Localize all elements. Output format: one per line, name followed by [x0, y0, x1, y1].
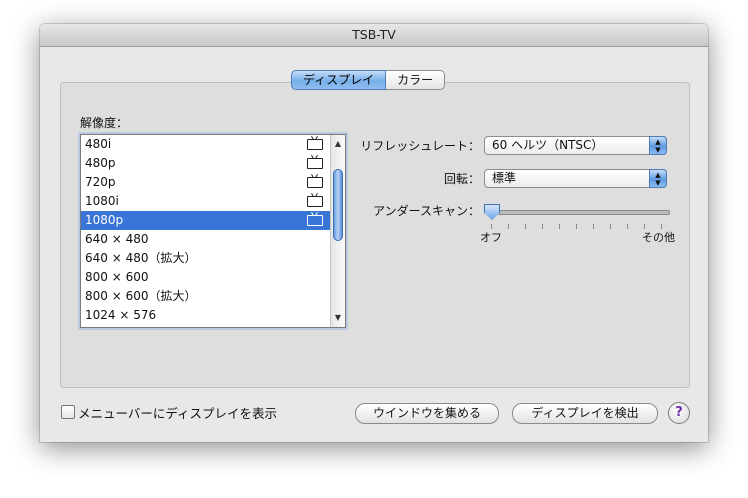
rotation-value: 標準: [492, 171, 517, 185]
gather-windows-button[interactable]: ウインドウを集める: [355, 403, 499, 424]
list-item-label: 1080i: [85, 194, 119, 208]
tv-icon: [307, 158, 323, 169]
underscan-min-label: オフ: [480, 231, 502, 244]
slider-tick: [542, 224, 543, 229]
refresh-rate-value: 60 ヘルツ（NTSC）: [492, 138, 604, 152]
detect-displays-button[interactable]: ディスプレイを検出: [512, 403, 658, 424]
refresh-rate-popup[interactable]: 60 ヘルツ（NTSC） ▲ ▼: [484, 136, 667, 155]
help-icon[interactable]: ?: [668, 402, 690, 424]
list-item-label: 640 × 480（拡大）: [85, 251, 197, 265]
list-item-label: 800 × 600（拡大）: [85, 289, 197, 303]
slider-tick: [576, 224, 577, 229]
list-item[interactable]: 1080i: [81, 192, 331, 211]
slider-tick: [593, 224, 594, 229]
underscan-slider-track[interactable]: [488, 210, 670, 215]
list-item[interactable]: 480i: [81, 135, 331, 154]
list-item[interactable]: 1024 × 576: [81, 306, 331, 325]
list-item-label: 800 × 600: [85, 270, 149, 284]
list-item[interactable]: 480p: [81, 154, 331, 173]
tv-icon: [307, 196, 323, 207]
list-scrollbar[interactable]: ▲ ▼: [330, 135, 345, 327]
list-item[interactable]: 640 × 480: [81, 230, 331, 249]
refresh-rate-label: リフレッシュレート：: [360, 139, 480, 153]
preferences-window: TSB-TV ディスプレイ カラー 解像度： 480i 480p 720p 10…: [40, 24, 708, 442]
rotation-popup[interactable]: 標準 ▲ ▼: [484, 169, 667, 188]
list-item-label: 1080p: [85, 213, 124, 227]
slider-tick: [627, 224, 628, 229]
underscan-max-label: その他: [642, 231, 675, 244]
list-item-label: 480i: [85, 137, 112, 151]
tab-control: ディスプレイ カラー: [291, 70, 446, 90]
list-item-label: 480p: [85, 156, 116, 170]
tv-icon: [307, 139, 323, 150]
slider-tick: [610, 224, 611, 229]
list-item[interactable]: 640 × 480（拡大）: [81, 249, 331, 268]
menubar-checkbox-label[interactable]: メニューバーにディスプレイを表示: [78, 403, 277, 422]
rotation-label: 回転：: [443, 172, 480, 186]
list-item-label: 640 × 480: [85, 232, 149, 246]
list-item[interactable]: 720p: [81, 173, 331, 192]
menubar-checkbox[interactable]: [61, 405, 75, 419]
tab-color[interactable]: カラー: [386, 70, 446, 90]
slider-tick: [559, 224, 560, 229]
popup-arrows-icon: ▲ ▼: [649, 136, 667, 155]
tv-icon: [307, 215, 323, 226]
scroll-thumb[interactable]: [333, 169, 343, 241]
list-item[interactable]: 800 × 600（拡大）: [81, 287, 331, 306]
resolution-list[interactable]: 480i 480p 720p 1080i 1080p 640 × 480 640…: [80, 134, 346, 328]
tv-icon: [307, 177, 323, 188]
tab-display[interactable]: ディスプレイ: [291, 70, 387, 90]
list-item[interactable]: 800 × 600: [81, 268, 331, 287]
underscan-label: アンダースキャン：: [373, 204, 480, 218]
resolution-label: 解像度：: [80, 116, 129, 130]
slider-tick: [508, 224, 509, 229]
scroll-down-arrow-icon[interactable]: ▼: [331, 311, 345, 325]
popup-arrows-icon: ▲ ▼: [649, 169, 667, 188]
scroll-up-arrow-icon[interactable]: ▲: [331, 137, 345, 151]
list-item-label: 720p: [85, 175, 116, 189]
window-title: TSB-TV: [40, 24, 708, 47]
list-item-label: 1024 × 576: [85, 308, 157, 322]
list-item-selected[interactable]: 1080p: [81, 211, 331, 230]
slider-tick: [525, 224, 526, 229]
